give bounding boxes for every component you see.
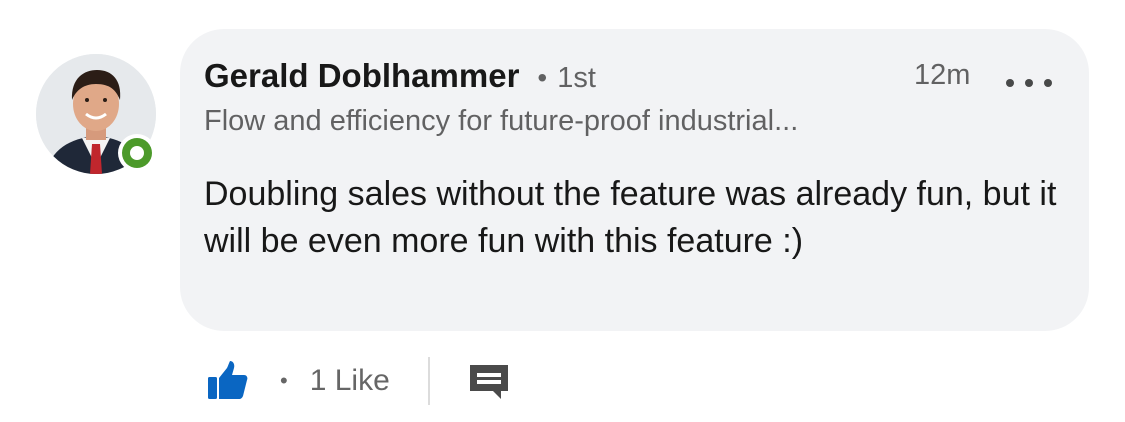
online-status-icon — [118, 134, 156, 172]
comment-text: Doubling sales without the feature was a… — [204, 175, 1057, 260]
author-headline: Flow and efficiency for future-proof ind… — [204, 105, 799, 137]
author-name[interactable]: Gerald Doblhammer — [204, 57, 519, 95]
comment-actions: • 1 Like — [204, 356, 512, 406]
connection-degree: 1st — [557, 62, 596, 94]
comment-bubble: Gerald Doblhammer • 1st 12m Flow and eff… — [180, 29, 1089, 331]
degree-separator: • — [537, 62, 548, 93]
like-button[interactable] — [204, 358, 250, 404]
author-row: Gerald Doblhammer • 1st — [204, 57, 596, 95]
thumbs-up-icon — [208, 361, 248, 399]
reply-button[interactable] — [466, 358, 512, 404]
comment-item: Gerald Doblhammer • 1st 12m Flow and eff… — [0, 0, 1125, 422]
actions-separator: • — [280, 368, 288, 393]
avatar[interactable] — [36, 54, 156, 174]
more-options-button[interactable] — [1006, 77, 1052, 89]
ellipsis-icon — [1006, 79, 1014, 87]
comment-icon — [469, 365, 508, 399]
timestamp: 12m — [914, 59, 971, 91]
like-count[interactable]: 1 Like — [310, 364, 390, 398]
actions-divider — [427, 357, 430, 405]
